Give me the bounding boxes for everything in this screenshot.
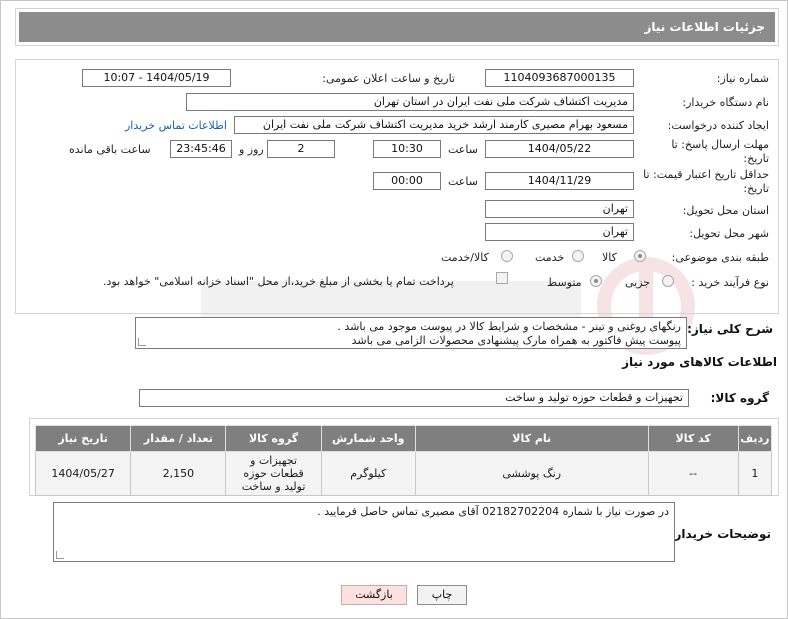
cell-row-num: 1	[737, 451, 773, 496]
col-header-qty: تعداد / مقدار	[130, 425, 227, 452]
general-desc-line-2: پیوست پیش فاکتور به همراه مارک پیشنهادی …	[351, 334, 681, 347]
reply-deadline-date-field: 1404/05/22	[485, 140, 634, 158]
print-button[interactable]: چاپ	[417, 585, 467, 605]
goods-table: ردیف کد کالا نام کالا واحد شمارش گروه کا…	[34, 425, 773, 496]
price-validity-time-field: 00:00	[373, 172, 441, 190]
delivery-province-field: تهران	[485, 200, 634, 218]
reply-deadline-time-label: ساعت	[448, 143, 478, 156]
process-radio-medium[interactable]	[590, 275, 602, 287]
table-row: 1 -- رنگ پوششی کیلوگرم تجهیزات و قطعات ح…	[34, 451, 773, 496]
buyer-org-label: نام دستگاه خریدار:	[682, 96, 769, 109]
treasury-payment-checkbox[interactable]	[496, 272, 508, 284]
goods-group-field: تجهیزات و قطعات حوزه تولید و ساخت	[139, 389, 689, 407]
subject-radio-goods-service[interactable]	[501, 250, 513, 262]
back-button[interactable]: بازگشت	[341, 585, 407, 605]
cell-date: 1404/05/27	[34, 451, 132, 496]
process-option-medium: متوسط	[547, 276, 582, 289]
reply-deadline-time-field: 10:30	[373, 140, 441, 158]
col-header-unit: واحد شمارش	[320, 425, 416, 452]
remaining-days-label: روز و	[239, 143, 264, 156]
col-header-date: تاریخ نیاز	[34, 425, 132, 452]
col-header-row-num: ردیف	[737, 425, 773, 452]
cell-unit: کیلوگرم	[320, 451, 416, 496]
goods-section-title: اطلاعات کالاهای مورد نیاز	[622, 355, 777, 369]
process-radio-minor[interactable]	[662, 275, 674, 287]
resize-grip-icon[interactable]	[56, 551, 64, 559]
remaining-time-field: 23:45:46	[170, 140, 232, 158]
remaining-time-label: ساعت باقی مانده	[69, 143, 151, 156]
goods-group-label: گروه کالا:	[710, 391, 769, 405]
process-type-label: نوع فرآیند خرید :	[691, 276, 769, 289]
remaining-days-field: 2	[267, 140, 335, 158]
general-desc-label: شرح کلی نیاز:	[687, 322, 773, 336]
subject-option-goods-service: کالا/خدمت	[441, 251, 489, 264]
subject-class-label: طبقه بندی موضوعی:	[671, 251, 769, 264]
buyer-notes-text: در صورت نیاز با شماره 02182702204 آقای م…	[317, 505, 669, 518]
title-frame: جزئیات اطلاعات نیاز	[15, 8, 779, 46]
need-number-label: شماره نیاز:	[716, 72, 769, 85]
page-title: جزئیات اطلاعات نیاز	[19, 12, 775, 42]
col-header-code: کد کالا	[647, 425, 739, 452]
delivery-city-label: شهر محل تحویل:	[689, 227, 769, 240]
announce-datetime-field: 1404/05/19 - 10:07	[82, 69, 231, 87]
col-header-name: نام کالا	[414, 425, 649, 452]
subject-radio-goods[interactable]	[634, 250, 646, 262]
general-desc-textarea[interactable]: رنگهای روغنی و تینر - مشخصات و شرایط کال…	[135, 317, 687, 349]
need-number-field: 1104093687000135	[485, 69, 634, 87]
col-header-group: گروه کالا	[225, 425, 322, 452]
process-option-minor: جزیی	[625, 276, 651, 289]
subject-option-goods: کالا	[602, 251, 617, 264]
announce-datetime-label: تاریخ و ساعت اعلان عمومی:	[322, 72, 455, 85]
goods-table-header-row: ردیف کد کالا نام کالا واحد شمارش گروه کا…	[34, 425, 773, 452]
delivery-province-label: استان محل تحویل:	[682, 204, 769, 217]
resize-grip-icon[interactable]	[138, 338, 146, 346]
buyer-org-field: مدیریت اکتشاف شرکت ملی نفت ایران در استا…	[186, 93, 634, 111]
price-validity-time-label: ساعت	[448, 175, 478, 188]
cell-qty: 2,150	[130, 451, 227, 496]
delivery-city-field: تهران	[485, 223, 634, 241]
general-desc-line-1: رنگهای روغنی و تینر - مشخصات و شرایط کال…	[337, 320, 681, 333]
buyer-notes-label: توضیحات خریدار:	[669, 527, 771, 541]
cell-code: --	[647, 451, 739, 496]
page-frame: جزئیات اطلاعات نیاز شماره نیاز: 11040936…	[0, 0, 788, 619]
requester-field: مسعود بهرام مصیری کارمند ارشد خرید مدیری…	[234, 116, 634, 134]
price-validity-label: حداقل تاریخ اعتبار قیمت: تا تاریخ:	[643, 168, 769, 195]
cell-name: رنگ پوششی	[414, 451, 649, 496]
requester-label: ایجاد کننده درخواست:	[667, 119, 769, 132]
cell-group: تجهیزات و قطعات حوزه تولید و ساخت	[225, 451, 322, 496]
price-validity-date-field: 1404/11/29	[485, 172, 634, 190]
treasury-payment-note: پرداخت تمام یا بخشی از مبلغ خرید،از محل …	[103, 275, 454, 288]
reply-deadline-label: مهلت ارسال پاسخ: تا تاریخ:	[671, 138, 769, 165]
buyer-notes-textarea[interactable]: در صورت نیاز با شماره 02182702204 آقای م…	[53, 502, 675, 562]
subject-radio-service[interactable]	[572, 250, 584, 262]
buyer-contact-link[interactable]: اطلاعات تماس خریدار	[125, 119, 227, 132]
subject-option-service: خدمت	[535, 251, 565, 264]
